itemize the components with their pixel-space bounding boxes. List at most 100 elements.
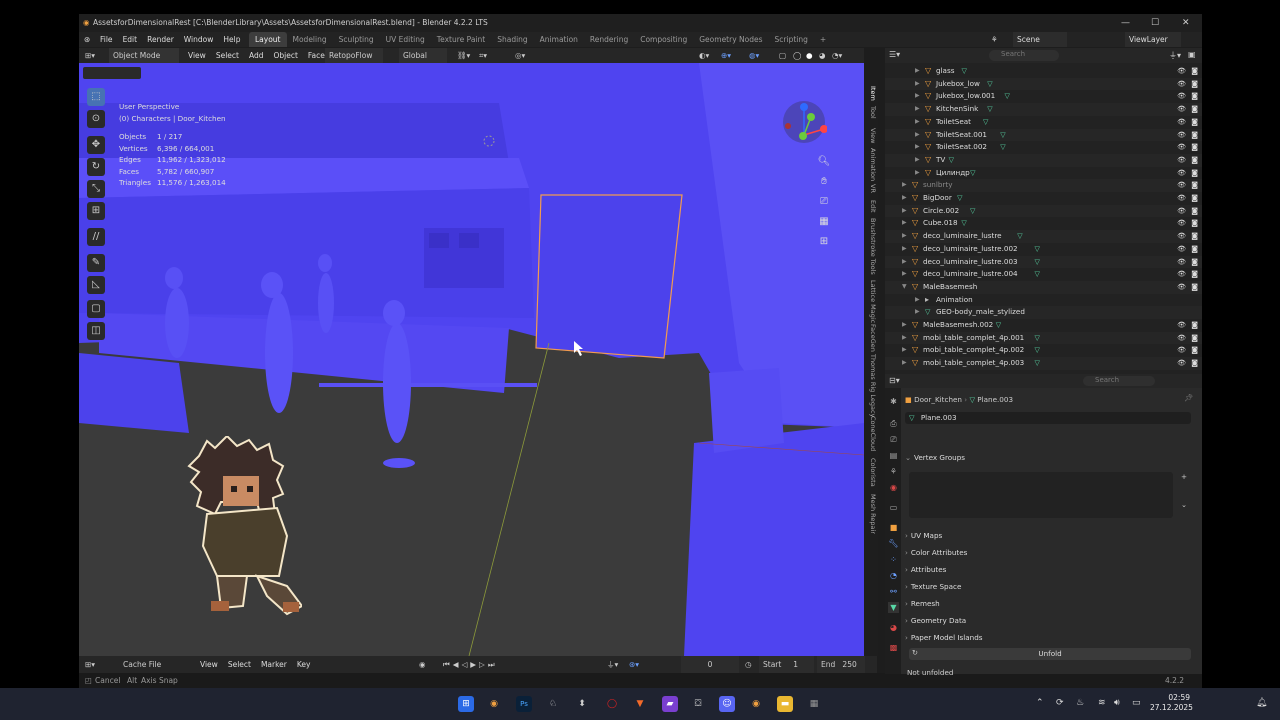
solid-shading-icon[interactable]: ● <box>806 48 813 63</box>
add-mesh-tool[interactable]: ◫ <box>87 322 105 340</box>
expand-arrow-icon[interactable]: ▶ <box>902 332 907 345</box>
visibility-eye-icon[interactable]: 👁︎ <box>1177 129 1186 142</box>
texture-tab-icon[interactable]: ▩ <box>888 642 899 653</box>
visibility-eye-icon[interactable]: 👁︎ <box>1177 217 1186 230</box>
viewport-menu-view[interactable]: View <box>183 48 211 63</box>
opera-app-icon[interactable]: ◯ <box>604 696 620 712</box>
editor-type-icon[interactable]: ⊞▾ <box>85 48 95 63</box>
visibility-eye-icon[interactable]: 👁︎ <box>1177 281 1186 294</box>
tool-tab-icon[interactable]: ✱ <box>888 396 899 407</box>
playback-controls[interactable]: ⏮◀◁▶▷⏭ <box>443 656 498 673</box>
file-explorer-icon[interactable]: ▬ <box>777 696 793 712</box>
tray-app-icon[interactable]: ⟳ <box>1056 698 1064 708</box>
outliner-row[interactable]: ▶ ▽ Cube.018 ▽ 👁︎ ◙ <box>885 217 1202 230</box>
view-object-types-icon[interactable]: ◐▾ <box>699 48 709 63</box>
pin-icon[interactable]: 📌︎ <box>1184 393 1193 402</box>
battery-icon[interactable]: ▭ <box>1132 698 1141 708</box>
outliner-row[interactable]: ▶ ▽ TV ▽ 👁︎ ◙ <box>885 153 1202 167</box>
expand-arrow-icon[interactable]: ▶ <box>902 192 907 205</box>
visibility-eye-icon[interactable]: 👁︎ <box>1177 116 1186 129</box>
sidebar-tab-brushstroke-tools[interactable]: Brushstroke Tools <box>865 218 877 275</box>
tab-shading[interactable]: Shading <box>491 32 533 47</box>
expand-arrow-icon[interactable]: ▶ <box>902 243 907 256</box>
section-geometry-data[interactable]: › Geometry Data <box>905 614 1195 628</box>
menu-help[interactable]: Help <box>218 32 245 47</box>
close-button[interactable]: ✕ <box>1182 14 1190 32</box>
visibility-eye-icon[interactable]: 👁︎ <box>1177 103 1186 116</box>
render-camera-icon[interactable]: ◙ <box>1191 205 1198 218</box>
mode-selector[interactable]: Object Mode <box>109 48 179 63</box>
render-camera-icon[interactable]: ◙ <box>1191 230 1198 243</box>
refresh-icon[interactable]: ↻ <box>912 648 918 657</box>
properties-editor-icon[interactable]: ⊟▾ <box>889 376 900 385</box>
expand-arrow-icon[interactable]: ▶ <box>915 294 920 307</box>
outliner-row[interactable]: ▶ ▽ Цилиндр ▽ 👁︎ ◙ <box>885 167 1202 180</box>
outliner-row[interactable]: ▶ ▽ ToiletSeat ▽ 👁︎ ◙ <box>885 116 1202 129</box>
outliner-row[interactable]: ▶ ▽ deco_luminaire_lustre.002 ▽ 👁︎ ◙ <box>885 243 1202 256</box>
outliner-row[interactable]: ▶ ▸ Animation <box>885 294 1202 307</box>
outliner-row[interactable]: ▶ ▽ Circle.002 ▽ 👁︎ ◙ <box>885 204 1202 218</box>
section-remesh[interactable]: › Remesh <box>905 597 1195 611</box>
visibility-eye-icon[interactable]: 👁︎ <box>1177 256 1186 269</box>
filter-icon[interactable]: ⏚▾ <box>607 656 618 673</box>
app-icon[interactable]: ▰ <box>662 696 678 712</box>
expand-arrow-icon[interactable]: ▶ <box>915 154 920 167</box>
wifi-icon[interactable]: ≋ <box>1098 698 1106 708</box>
section-attributes[interactable]: › Attributes <box>905 563 1195 577</box>
render-camera-icon[interactable]: ◙ <box>1191 116 1198 129</box>
object-tab-icon[interactable]: ■ <box>888 522 899 533</box>
cache-file-selector[interactable]: Cache File <box>109 656 189 673</box>
perspective-toggle-icon[interactable]: ▦ <box>816 214 832 230</box>
expand-arrow-icon[interactable]: ▶ <box>915 90 920 103</box>
render-camera-icon[interactable]: ◙ <box>1191 90 1198 103</box>
add-cube-tool[interactable]: ▢ <box>87 300 105 318</box>
tab-sculpting[interactable]: Sculpting <box>333 32 380 47</box>
vertex-group-menu-button[interactable]: ⌄ <box>1181 500 1187 509</box>
render-camera-icon[interactable]: ◙ <box>1191 65 1198 78</box>
visibility-eye-icon[interactable]: 👁︎ <box>1177 319 1186 332</box>
autokey-icon[interactable]: ⊛▾ <box>629 656 639 673</box>
tray-chevron-icon[interactable]: ⌃ <box>1036 698 1044 708</box>
section-texture-space[interactable]: › Texture Space <box>905 580 1195 594</box>
section-vertex-groups[interactable]: ⌄ Vertex Groups <box>905 451 1195 465</box>
tab-geometry-nodes[interactable]: Geometry Nodes <box>693 32 768 47</box>
end-frame-field[interactable]: End 250 <box>817 656 865 673</box>
menu-edit[interactable]: Edit <box>118 32 143 47</box>
snap-icon[interactable]: ⛓▾ <box>457 48 470 63</box>
viewport-menu-object[interactable]: Object <box>268 48 302 63</box>
blender-running-icon[interactable]: ◉ <box>748 696 764 712</box>
annotate-tool[interactable]: // <box>87 228 105 246</box>
camera-view-icon[interactable]: ⎚ <box>816 194 832 210</box>
sidebar-tab-facegen[interactable]: FaceGen <box>865 324 877 352</box>
cursor-tool[interactable]: ⊙ <box>87 110 105 128</box>
timeline-menu-marker[interactable]: Marker <box>256 656 292 673</box>
sidebar-tab-vr[interactable]: VR <box>865 184 877 193</box>
world-tab-icon[interactable]: ◉ <box>888 482 899 493</box>
mesh-name-field[interactable]: ▽ Plane.003 <box>905 412 1191 424</box>
render-camera-icon[interactable]: ◙ <box>1191 268 1198 281</box>
outliner-row[interactable]: ▶ ▽ deco_luminaire_lustre.004 ▽ 👁︎ ◙ <box>885 268 1202 281</box>
filter-icon[interactable]: ⏚▾ <box>1169 50 1181 61</box>
outliner-row[interactable]: ▶ ▽ Jukebox_low.001 ▽ 👁︎ ◙ <box>885 90 1202 103</box>
app-icon[interactable]: ▦ <box>806 696 822 712</box>
visibility-eye-icon[interactable]: 👁︎ <box>1177 205 1186 218</box>
tab-add[interactable]: + <box>814 32 832 47</box>
brave-app-icon[interactable]: ▼ <box>632 696 648 712</box>
visibility-eye-icon[interactable]: 👁︎ <box>1177 268 1186 281</box>
outliner-row[interactable]: ▶ ▽ MaleBasemesh.002 ▽ 👁︎ ◙ <box>885 319 1202 332</box>
render-camera-icon[interactable]: ◙ <box>1191 192 1198 205</box>
menu-window[interactable]: Window <box>179 32 219 47</box>
move-tool[interactable]: ✥ <box>87 136 105 154</box>
scene-selector[interactable]: Scene <box>1013 32 1067 47</box>
tab-scripting[interactable]: Scripting <box>769 32 814 47</box>
sidebar-tab-mesh-repair[interactable]: Mesh Repair <box>865 494 877 534</box>
outliner-row[interactable]: ▶ ▽ ToiletSeat.001 ▽ 👁︎ ◙ <box>885 128 1202 142</box>
render-camera-icon[interactable]: ◙ <box>1191 217 1198 230</box>
outliner-row[interactable]: ▶ ▽ deco_luminaire_lustre.003 ▽ 👁︎ ◙ <box>885 255 1202 269</box>
visibility-eye-icon[interactable]: 👁︎ <box>1177 243 1186 256</box>
outliner-row[interactable]: ▶ ▽ mobi_table_complet_4p.002 ▽ 👁︎ ◙ <box>885 344 1202 357</box>
3d-viewport[interactable]: ⬚ ⊙ ✥ ↻ ⤡ ⊞ // ✎ ◺ ▢ ◫ User Perspective … <box>79 63 864 656</box>
expand-arrow-icon[interactable]: ▶ <box>902 179 907 192</box>
visibility-eye-icon[interactable]: 👁︎ <box>1177 154 1186 167</box>
expand-arrow-icon[interactable]: ▶ <box>915 78 920 91</box>
